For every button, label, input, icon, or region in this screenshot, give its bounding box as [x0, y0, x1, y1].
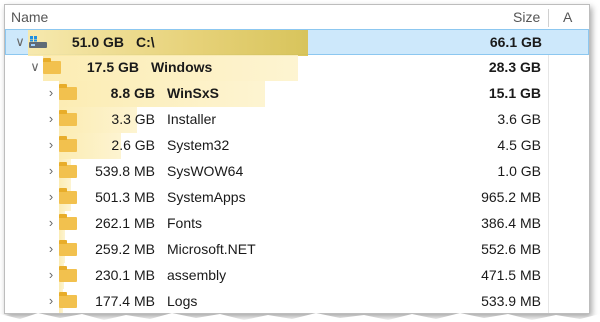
folder-size: 3.3 GB: [111, 111, 155, 127]
total-size: 28.3 GB: [488, 59, 541, 75]
folder-icon: [43, 58, 61, 74]
size-column-header[interactable]: Size: [513, 9, 540, 25]
total-size: 533.9 MB: [481, 293, 541, 309]
total-size: 3.6 GB: [497, 111, 541, 127]
chevron-down-icon[interactable]: ∨: [29, 60, 41, 74]
chevron-right-icon[interactable]: ›: [45, 112, 57, 126]
tree-row[interactable]: › 8.8 GB WinSxS 15.1 GB: [5, 81, 589, 107]
total-size: 965.2 MB: [481, 189, 541, 205]
chevron-down-icon[interactable]: ∨: [14, 35, 26, 49]
folder-icon: [59, 136, 77, 152]
folder-name: Fonts: [167, 215, 203, 231]
total-size: 4.5 GB: [497, 137, 541, 153]
folder-icon: [59, 214, 77, 230]
torn-edge: [0, 313, 600, 322]
tree-row[interactable]: › 259.2 MB Microsoft.NET 552.6 MB: [5, 237, 589, 263]
tree-row[interactable]: ∨ 17.5 GB Windows 28.3 GB: [5, 55, 589, 81]
folder-name: assembly: [167, 267, 227, 283]
column-divider[interactable]: [548, 9, 549, 27]
chevron-right-icon[interactable]: ›: [45, 242, 57, 256]
tree-row[interactable]: › 2.6 GB System32 4.5 GB: [5, 133, 589, 159]
chevron-right-icon[interactable]: ›: [45, 190, 57, 204]
tree-row[interactable]: › 539.8 MB SysWOW64 1.0 GB: [5, 159, 589, 185]
folder-size: 259.2 MB: [95, 241, 155, 257]
folder-name: Windows: [151, 59, 213, 75]
extra-column-header[interactable]: A: [563, 9, 572, 25]
folder-size: 8.8 GB: [110, 85, 155, 101]
folder-size: 501.3 MB: [95, 189, 155, 205]
folder-icon: [59, 188, 77, 204]
total-size: 552.6 MB: [481, 241, 541, 257]
folder-name: SysWOW64: [167, 163, 244, 179]
folder-size: 51.0 GB: [71, 34, 124, 50]
folder-icon: [59, 292, 77, 308]
chevron-right-icon[interactable]: ›: [45, 216, 57, 230]
total-size: 66.1 GB: [489, 34, 542, 50]
tree-row[interactable]: › 262.1 MB Fonts 386.4 MB: [5, 211, 589, 237]
chevron-right-icon[interactable]: ›: [45, 268, 57, 282]
folder-size: 177.4 MB: [95, 293, 155, 309]
folder-icon: [59, 162, 77, 178]
folder-icon: [59, 110, 77, 126]
drive-icon: [28, 35, 48, 50]
name-column-header[interactable]: Name: [11, 9, 48, 25]
file-size-window: Name Size A ∨ 51.0 GB C:\ 66.1 GB ∨ 17.5 GB Wi…: [4, 4, 590, 314]
folder-icon: [59, 240, 77, 256]
folder-size: 230.1 MB: [95, 267, 155, 283]
chevron-right-icon[interactable]: ›: [45, 138, 57, 152]
tree-row[interactable]: › 3.3 GB Installer 3.6 GB: [5, 107, 589, 133]
total-size: 15.1 GB: [488, 85, 541, 101]
total-size: 471.5 MB: [481, 267, 541, 283]
tree-row[interactable]: › 501.3 MB SystemApps 965.2 MB: [5, 185, 589, 211]
folder-icon: [59, 84, 77, 100]
folder-name: Microsoft.NET: [167, 241, 256, 257]
total-size: 386.4 MB: [481, 215, 541, 231]
chevron-right-icon[interactable]: ›: [45, 86, 57, 100]
folder-name: Logs: [167, 293, 198, 309]
folder-name: Installer: [167, 111, 217, 127]
total-size: 1.0 GB: [497, 163, 541, 179]
column-header: Name Size A: [5, 5, 589, 30]
tree-row[interactable]: › 230.1 MB assembly 471.5 MB: [5, 263, 589, 289]
chevron-right-icon[interactable]: ›: [45, 294, 57, 308]
folder-name: SystemApps: [167, 189, 246, 205]
folder-name: C:\: [136, 34, 155, 50]
chevron-right-icon[interactable]: ›: [45, 164, 57, 178]
tree-row[interactable]: ∨ 51.0 GB C:\ 66.1 GB: [5, 29, 589, 56]
folder-name: System32: [167, 137, 230, 153]
folder-size: 17.5 GB: [86, 59, 139, 75]
folder-size: 262.1 MB: [95, 215, 155, 231]
folder-size: 2.6 GB: [111, 137, 155, 153]
folder-icon: [59, 266, 77, 282]
folder-name: WinSxS: [167, 85, 219, 101]
folder-size: 539.8 MB: [95, 163, 155, 179]
